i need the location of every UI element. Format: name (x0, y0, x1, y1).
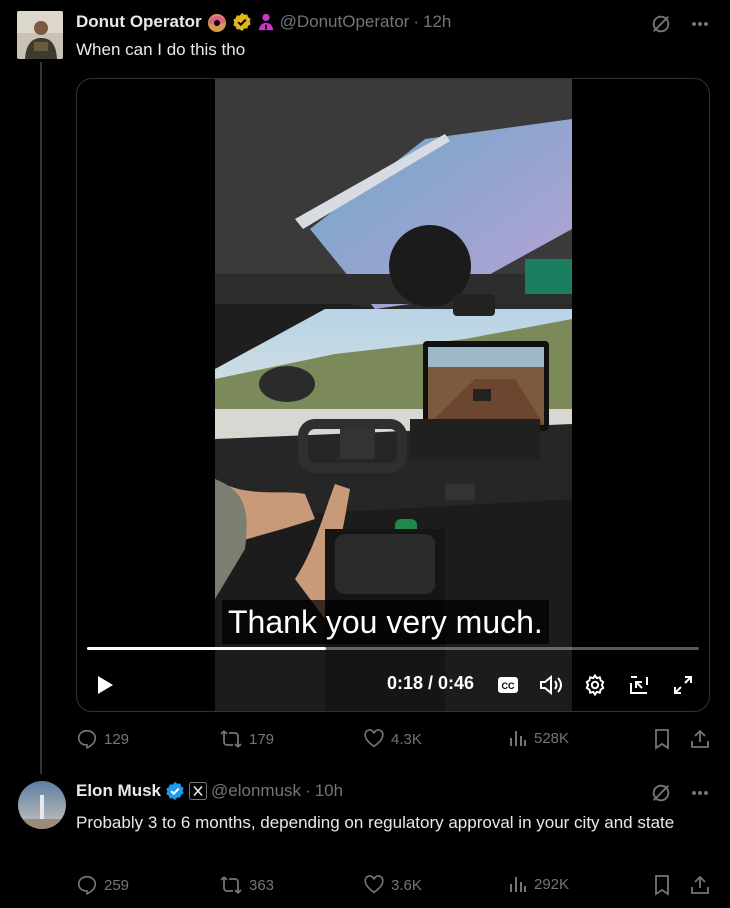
tweet1-action-bar: 129 179 4.3K 528K (76, 728, 710, 752)
like-button[interactable]: 4.3K (363, 728, 422, 750)
separator-dot: · (305, 781, 311, 800)
blue-verified-badge-icon[interactable] (165, 781, 185, 801)
reply-count: 259 (104, 876, 130, 894)
bookmark-button[interactable] (652, 728, 672, 750)
donut-emoji-icon (206, 11, 228, 33)
repost-count: 363 (249, 876, 275, 894)
heart-icon (364, 875, 384, 894)
views-button[interactable]: 528K (508, 728, 569, 748)
bookmark-button[interactable] (652, 874, 672, 896)
reply-button[interactable]: 259 (76, 874, 129, 896)
repost-button[interactable]: 363 (219, 874, 274, 896)
views-count: 292K (534, 875, 570, 893)
repost-count: 179 (249, 730, 275, 748)
share-button[interactable] (689, 874, 711, 896)
affiliate-person-icon[interactable] (256, 12, 276, 32)
picture-in-picture-icon[interactable] (627, 673, 651, 697)
views-button[interactable]: 292K (508, 874, 569, 894)
share-icon (691, 875, 709, 894)
tweet-timestamp[interactable]: 10h (315, 781, 343, 801)
like-count: 3.6K (391, 876, 422, 894)
reply-icon (77, 875, 97, 896)
views-count: 528K (534, 729, 570, 747)
x-affiliate-icon[interactable] (189, 782, 208, 800)
video-time-readout: 0:18 / 0:46 (387, 673, 475, 693)
tweet-text: When can I do this tho (76, 40, 246, 59)
tweet2-top-icons (650, 782, 710, 809)
repost-icon (220, 876, 242, 894)
more-options-icon[interactable] (690, 14, 710, 39)
reply-count: 129 (104, 730, 130, 748)
thread-connector-line (40, 62, 42, 774)
more-options-icon[interactable] (690, 783, 710, 808)
repost-icon (220, 730, 242, 748)
avatar-donut-operator[interactable] (17, 11, 63, 59)
video-player[interactable]: Thank you very much. 0:18 / 0:46 CC (76, 78, 710, 712)
separator-dot: · (413, 12, 419, 31)
gold-verified-badge-icon[interactable] (232, 12, 252, 32)
grok-icon[interactable] (650, 782, 672, 809)
bookmark-icon (655, 729, 669, 750)
author-handle[interactable]: @DonutOperator (280, 12, 410, 32)
views-chart-icon (510, 877, 526, 892)
video-progress-fill (87, 647, 327, 650)
tweet2-action-bar: 259 363 3.6K 292K (76, 874, 710, 898)
video-progress-bar[interactable] (87, 647, 699, 650)
tweet2-header: Elon Musk @elonmusk · 10h (76, 781, 343, 801)
author-name[interactable]: Elon Musk (76, 781, 161, 801)
video-subtitle: Thank you very much. (222, 600, 549, 644)
repost-button[interactable]: 179 (219, 728, 274, 750)
like-button[interactable]: 3.6K (363, 874, 422, 896)
reply-button[interactable]: 129 (76, 728, 129, 750)
fullscreen-icon[interactable] (671, 673, 695, 697)
share-icon (691, 729, 709, 748)
share-button[interactable] (689, 728, 711, 750)
heart-icon (364, 729, 384, 748)
tweet1-top-icons (650, 13, 710, 40)
closed-captions-icon[interactable]: CC (496, 673, 520, 697)
grok-icon[interactable] (650, 13, 672, 40)
reply-icon (77, 729, 97, 750)
settings-gear-icon[interactable] (583, 673, 607, 697)
author-name[interactable]: Donut Operator (76, 12, 202, 32)
tweet1-header: Donut Operator @DonutOperator · 12h (76, 11, 451, 33)
cc-label: CC (502, 681, 515, 691)
author-handle[interactable]: @elonmusk (211, 781, 301, 801)
play-icon[interactable] (93, 673, 117, 697)
tweet-text: Probably 3 to 6 months, depending on reg… (76, 813, 675, 832)
views-chart-icon (510, 731, 526, 746)
tweet-timestamp[interactable]: 12h (423, 12, 451, 32)
like-count: 4.3K (391, 730, 422, 748)
bookmark-icon (655, 875, 669, 896)
avatar-elon-musk[interactable] (18, 781, 66, 829)
volume-icon[interactable] (538, 673, 564, 697)
